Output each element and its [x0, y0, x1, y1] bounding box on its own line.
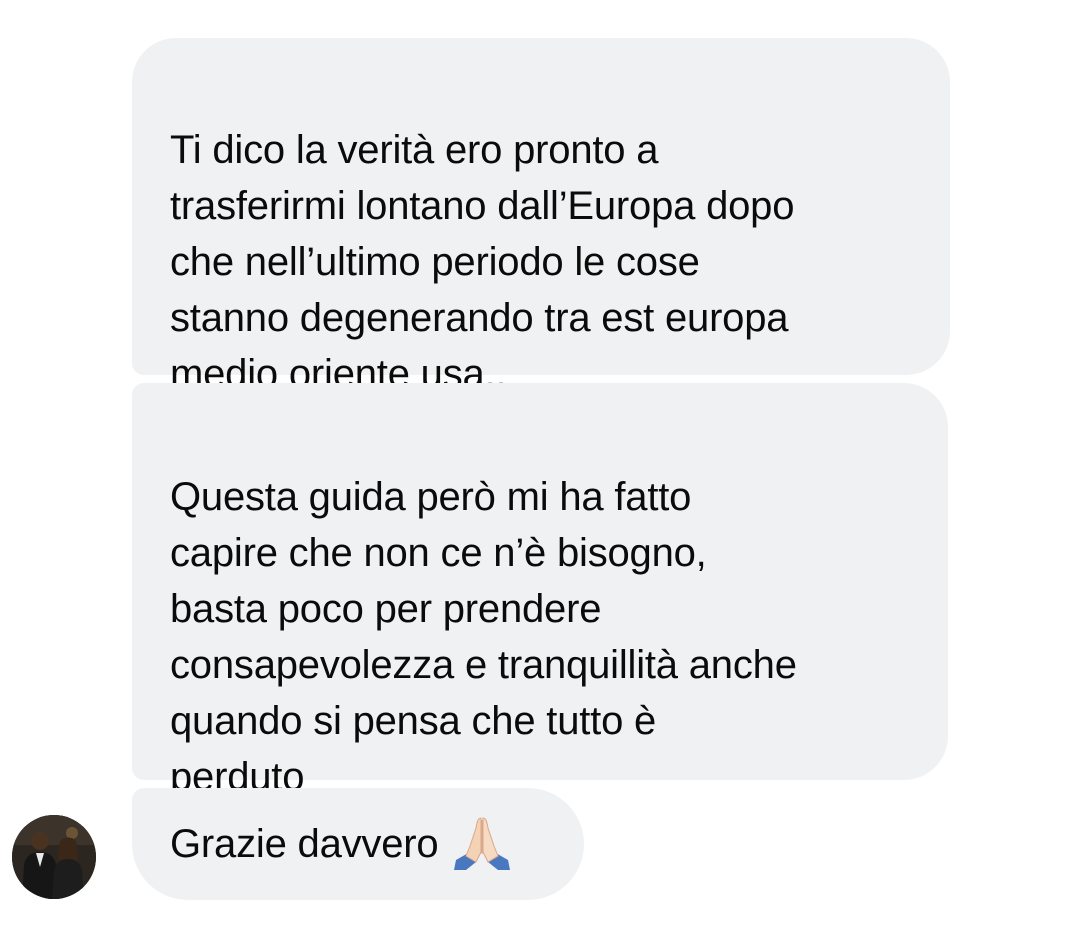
- message-bubble[interactable]: Ti dico la verità ero pronto a trasferir…: [132, 38, 950, 396]
- message-bubble[interactable]: Grazie davvero: [132, 788, 584, 900]
- message-line: Grazie davvero: [170, 816, 514, 872]
- message-thread: Ti dico la verità ero pronto a trasferir…: [0, 0, 1080, 937]
- message-text: Grazie davvero: [170, 822, 439, 866]
- message-bubble[interactable]: Questa guida però mi ha fatto capire che…: [132, 383, 948, 799]
- message-text: Ti dico la verità ero pronto a trasferir…: [170, 128, 795, 396]
- sender-avatar[interactable]: [12, 815, 96, 899]
- message-text: Questa guida però mi ha fatto capire che…: [170, 475, 797, 799]
- folded-hands-icon: [454, 817, 511, 870]
- avatar-photo: [12, 815, 96, 899]
